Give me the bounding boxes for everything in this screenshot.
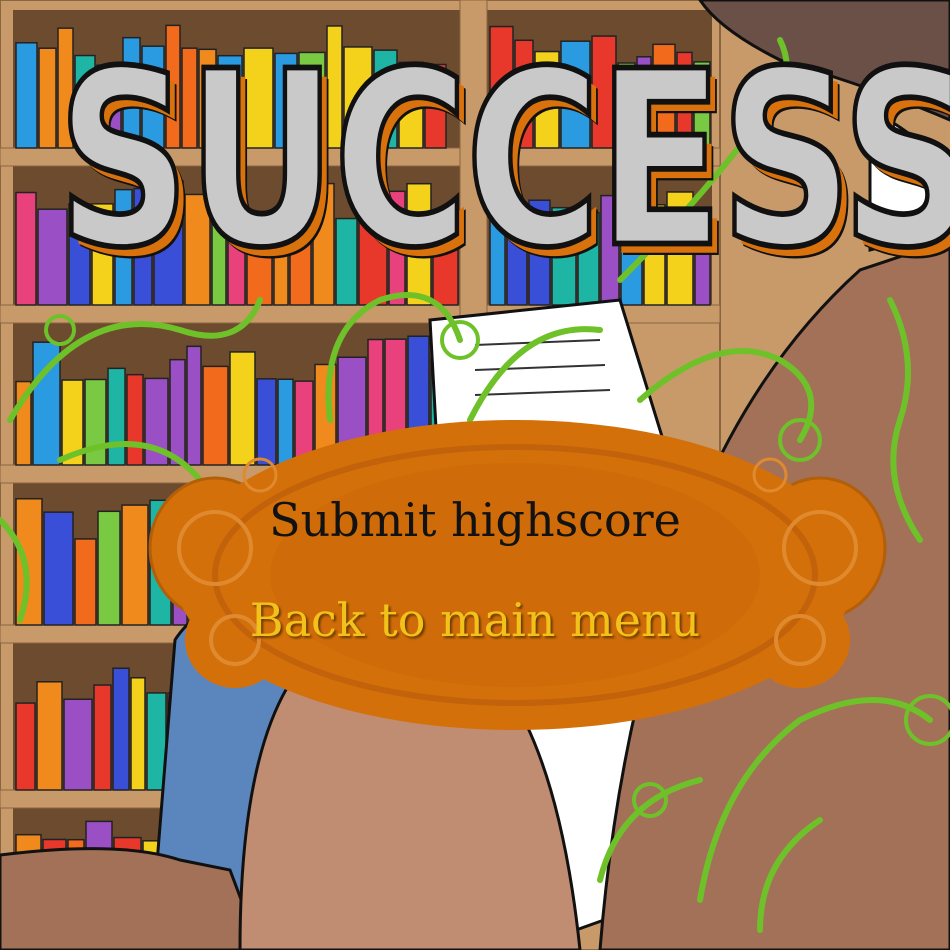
- book-spine: [112, 667, 130, 791]
- book-spine: [121, 504, 149, 626]
- book-spine: [107, 367, 126, 466]
- book-spine: [202, 365, 229, 466]
- book-spine: [38, 47, 57, 149]
- book-spine: [126, 373, 144, 466]
- book-spine: [15, 702, 36, 791]
- book-spine: [130, 677, 146, 791]
- submit-highscore-button[interactable]: Submit highscore: [200, 497, 750, 543]
- book-spine: [97, 510, 121, 626]
- book-spine: [256, 378, 277, 466]
- book-spine: [15, 497, 43, 626]
- book-spine: [15, 42, 38, 149]
- book-spine: [63, 698, 93, 791]
- book-spine: [186, 345, 202, 466]
- book-spine: [229, 351, 256, 466]
- success-title: SUCCESS: [55, 19, 950, 302]
- book-spine: [43, 511, 74, 626]
- back-to-main-menu-button[interactable]: Back to main menu: [200, 597, 750, 643]
- book-spine: [36, 681, 63, 791]
- book-spine: [169, 358, 186, 466]
- book-spine: [93, 684, 112, 791]
- book-spine: [74, 538, 97, 626]
- book-spine: [15, 191, 37, 306]
- book-spine: [277, 378, 294, 466]
